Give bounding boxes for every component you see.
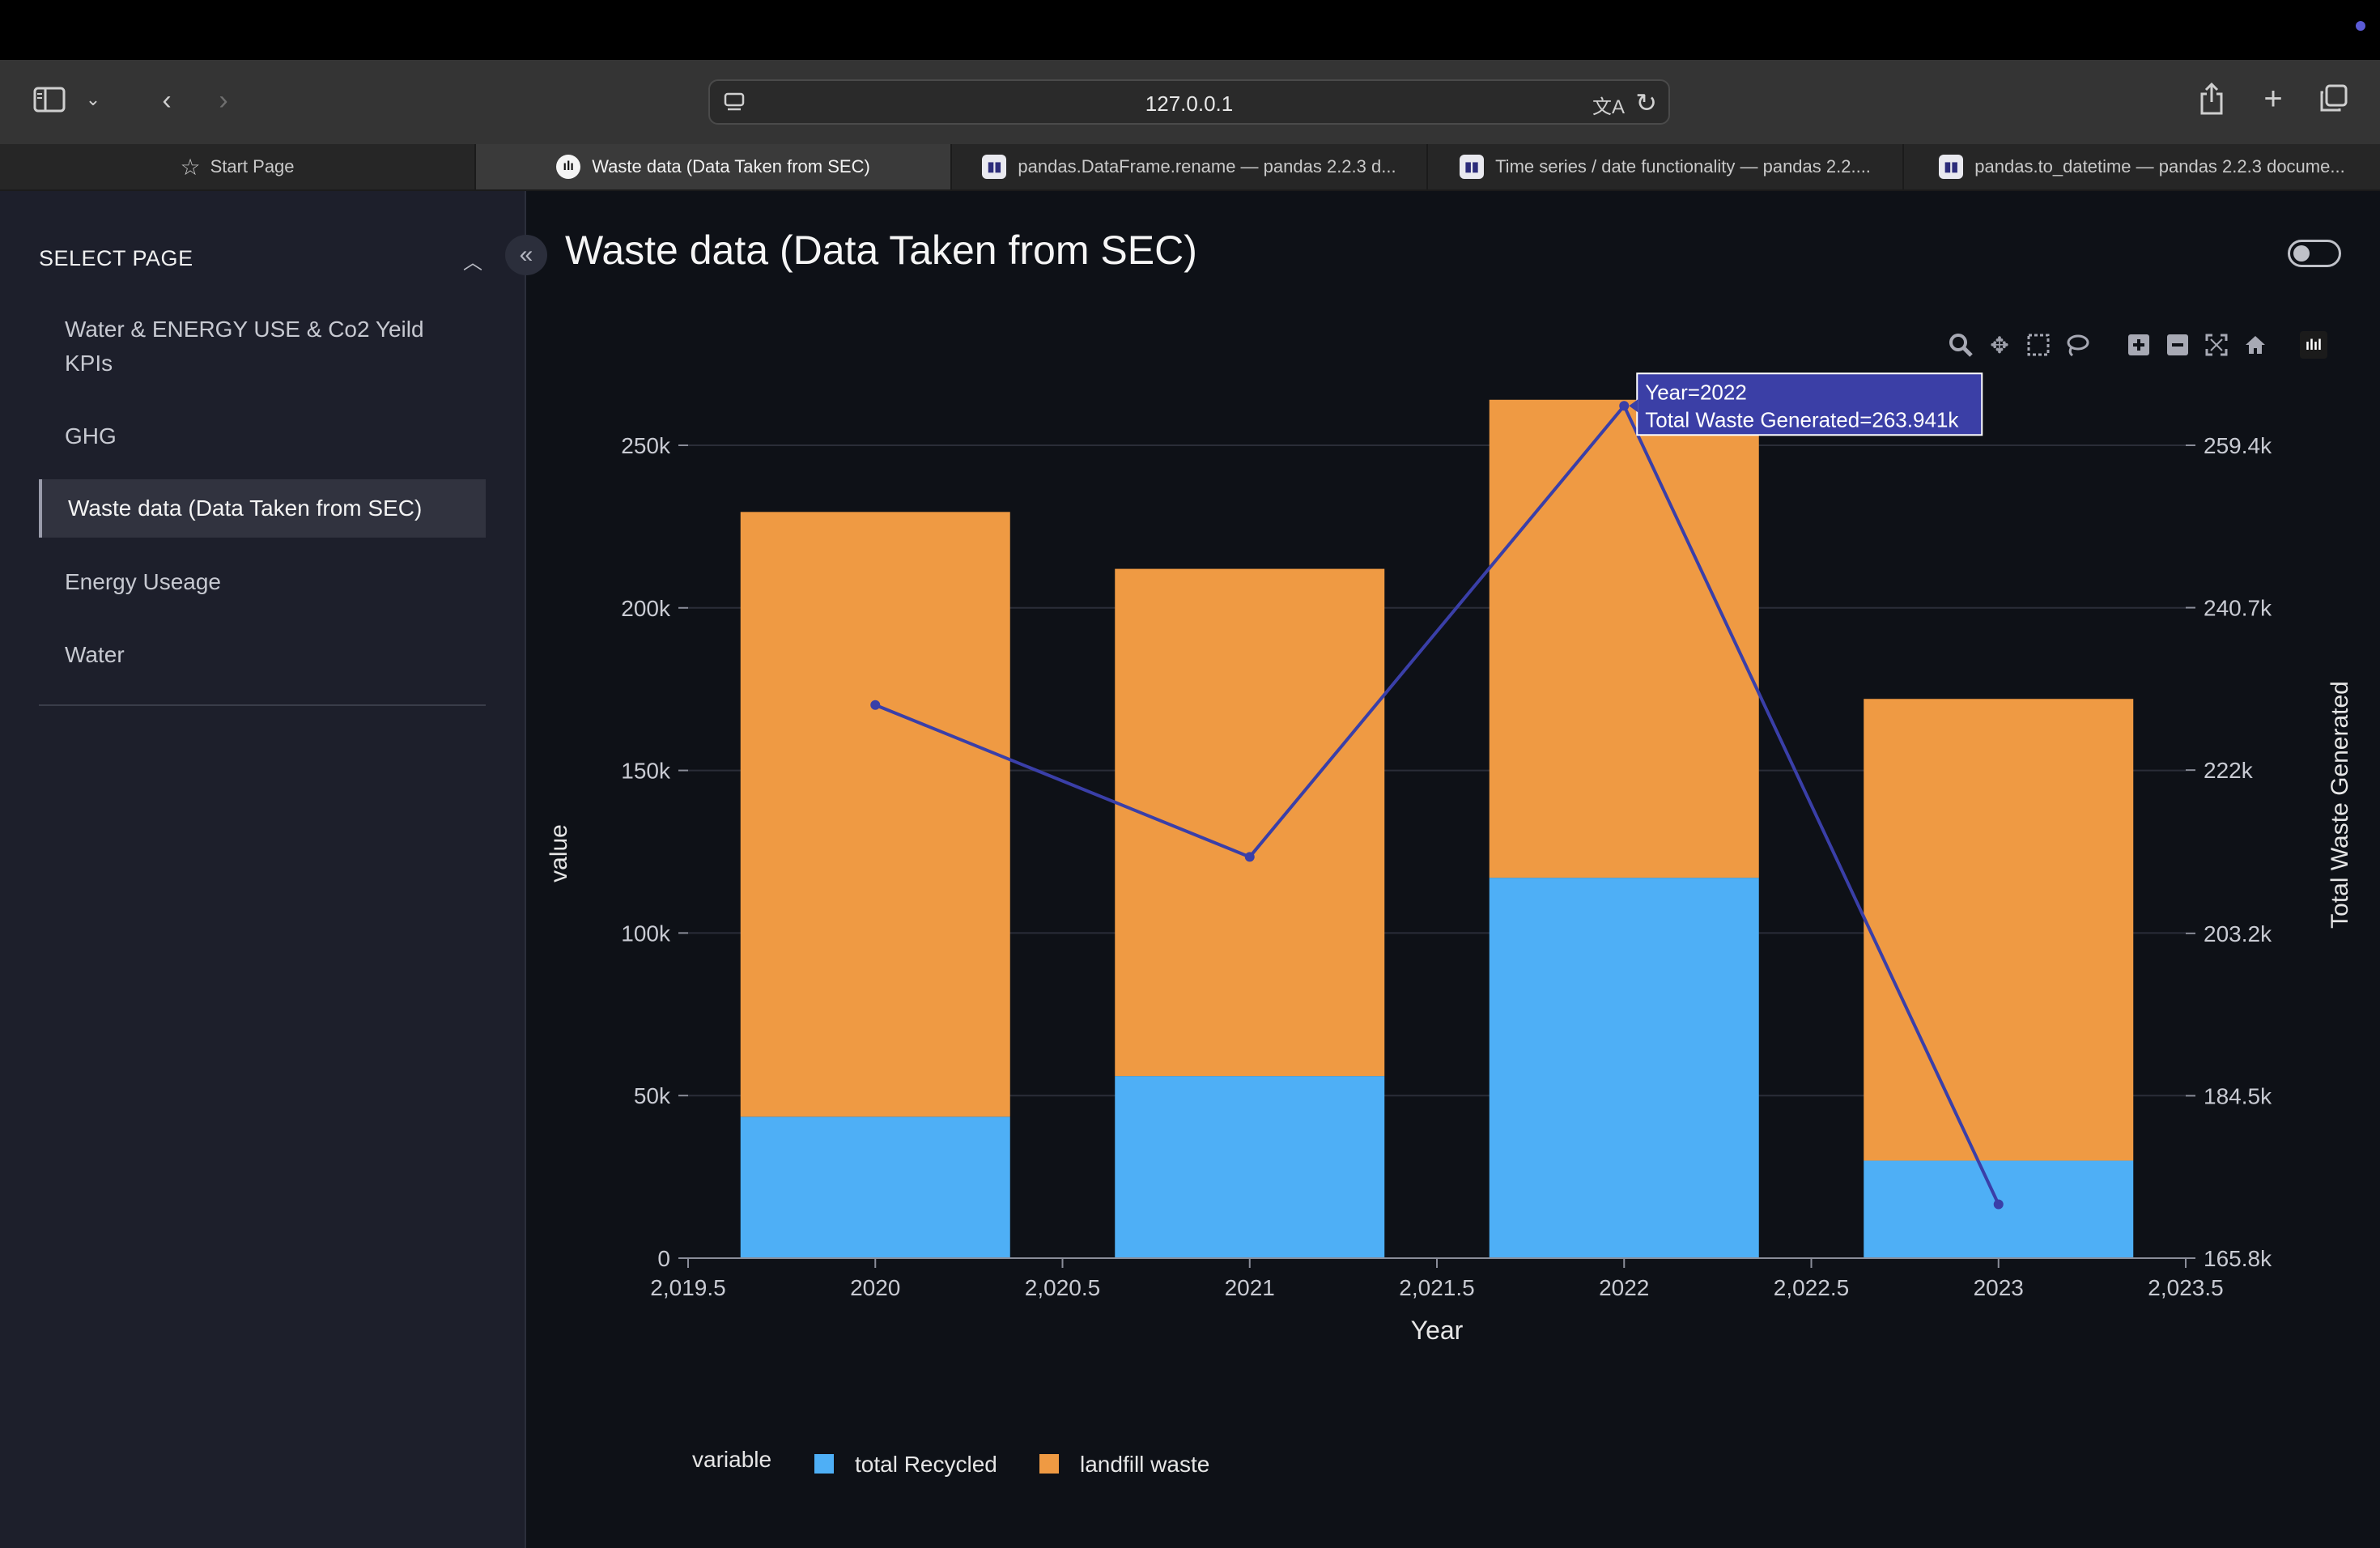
tab-start-page[interactable]: ☆ Start Page [0,144,476,189]
bar-landfill-waste[interactable] [1864,699,2134,1161]
sidebar-toggle-icon[interactable] [31,81,68,118]
chevron-down-icon[interactable]: ⌄ [81,87,105,112]
tab-label: Start Page [210,156,295,176]
chart-line [870,401,2004,1210]
sidebar: SELECT PAGE ︿ Water & ENERGY USE & Co2 Y… [0,191,526,1548]
share-icon[interactable] [2194,81,2229,117]
x-tick-label: 2,022.5 [1774,1275,1849,1300]
tab-label: Time series / date functionality — panda… [1495,156,1871,176]
waste-chart: 0 50k 100k 150k 200k 250k 165.8k 184.5k 203.2k 22… [546,372,2353,1477]
x-tick-label: 2022 [1599,1275,1649,1300]
tooltip-line-2: Total Waste Generated=263.941k [1645,407,1959,432]
tab-bar: ☆ Start Page ılı Waste data (Data Taken … [0,144,2380,191]
chart-legend: variable total Recycled landfill waste [692,1447,1209,1477]
system-menubar [0,0,2380,60]
status-dot-icon [2356,21,2365,31]
star-icon: ☆ [180,154,201,180]
back-arrow-icon[interactable]: ‹ [152,84,181,117]
legend-item-recycled[interactable]: total Recycled [855,1452,997,1477]
translate-icon[interactable]: 文A [1592,91,1625,119]
sidebar-item-waste[interactable]: Waste data (Data Taken from SEC) [39,479,486,538]
reload-icon[interactable]: ↻ [1635,87,1657,118]
bar-total-recycled[interactable] [1864,1160,2134,1258]
total-waste-line [874,402,2000,1206]
chevron-up-icon[interactable]: ︿ [463,246,482,274]
total-waste-point[interactable] [870,700,881,710]
bar-total-recycled[interactable] [1489,878,1759,1258]
y-tick-label: 100k [621,921,671,946]
pandas-favicon-icon: ▮▮ [1939,155,1964,179]
chart-bars [740,399,2134,1258]
y-tick-label: 250k [621,433,671,458]
y2-tick-label: 240.7k [2204,596,2272,621]
tab-waste-data[interactable]: ılı Waste data (Data Taken from SEC) [476,144,952,189]
x-tick-label: 2021 [1225,1275,1275,1300]
sidebar-header[interactable]: SELECT PAGE [39,246,193,271]
bar-landfill-waste[interactable] [1115,568,1385,1077]
pandas-favicon-icon: ▮▮ [1460,155,1485,179]
x-tick-label: 2,023.5 [2148,1275,2223,1300]
x-tick-label: 2,019.5 [650,1275,725,1300]
sidebar-item-kpis[interactable]: Water & ENERGY USE & Co2 Yeild KPIs [65,313,453,381]
url-text: 127.0.0.1 [1145,91,1234,116]
sidebar-divider [39,704,486,706]
y-tick-label: 200k [621,596,671,621]
x-tick-label: 2,020.5 [1025,1275,1100,1300]
tooltip-line-1: Year=2022 [1645,380,1747,404]
address-bar[interactable]: 127.0.0.1 文A ↻ [708,79,1670,125]
sidebar-item-ghg[interactable]: GHG [65,419,453,453]
y2-tick-label: 165.8k [2204,1246,2272,1271]
new-tab-plus-icon[interactable]: + [2255,81,2291,117]
y-tick-label: 0 [657,1246,670,1271]
bar-landfill-waste[interactable] [1489,399,1759,878]
y2-tick-label: 222k [2204,758,2254,783]
pandas-favicon-icon: ▮▮ [982,155,1007,179]
y2-tick-label: 203.2k [2204,921,2272,946]
total-waste-point[interactable] [1619,401,1630,411]
tab-label: pandas.DataFrame.rename — pandas 2.2.3 d… [1018,156,1396,176]
y2-tick-label: 184.5k [2204,1083,2272,1108]
x-tick-label: 2020 [850,1275,900,1300]
bar-total-recycled[interactable] [1115,1076,1385,1258]
legend-swatch-recycled[interactable] [814,1454,834,1474]
legend-swatch-landfill[interactable] [1039,1454,1059,1474]
sidebar-item-water[interactable]: Water [65,638,453,672]
y2-tick-label: 259.4k [2204,433,2272,458]
x-tick-label: 2,021.5 [1399,1275,1474,1300]
tab-pandas-to-datetime[interactable]: ▮▮ pandas.to_datetime — pandas 2.2.3 doc… [1904,144,2380,189]
legend-title: variable [692,1447,771,1472]
forward-arrow-icon[interactable]: › [209,84,238,117]
hover-tooltip: Year=2022 Total Waste Generated=263.941k [1629,372,1983,436]
tab-label: pandas.to_datetime — pandas 2.2.3 docume… [1974,156,2345,176]
y-tick-label: 50k [634,1083,671,1108]
bar-landfill-waste[interactable] [740,512,1010,1117]
tab-pandas-timeseries[interactable]: ▮▮ Time series / date functionality — pa… [1428,144,1904,189]
y-axis-label: value [546,824,572,882]
sidebar-item-energy[interactable]: Energy Useage [65,565,453,599]
y2-axis-label: Total Waste Generated [2327,681,2353,929]
legend-item-landfill[interactable]: landfill waste [1080,1452,1209,1477]
total-waste-point[interactable] [1244,852,1255,862]
x-axis-label: Year [1411,1316,1464,1345]
bar-total-recycled[interactable] [740,1116,1010,1258]
tab-label: Waste data (Data Taken from SEC) [592,156,870,176]
x-tick-label: 2023 [1974,1275,2024,1300]
y-tick-label: 150k [621,759,671,784]
tab-pandas-rename[interactable]: ▮▮ pandas.DataFrame.rename — pandas 2.2.… [952,144,1428,189]
tab-overview-icon[interactable] [2315,81,2351,117]
plotly-favicon-icon: ılı [556,155,581,179]
total-waste-point[interactable] [1993,1199,2004,1210]
